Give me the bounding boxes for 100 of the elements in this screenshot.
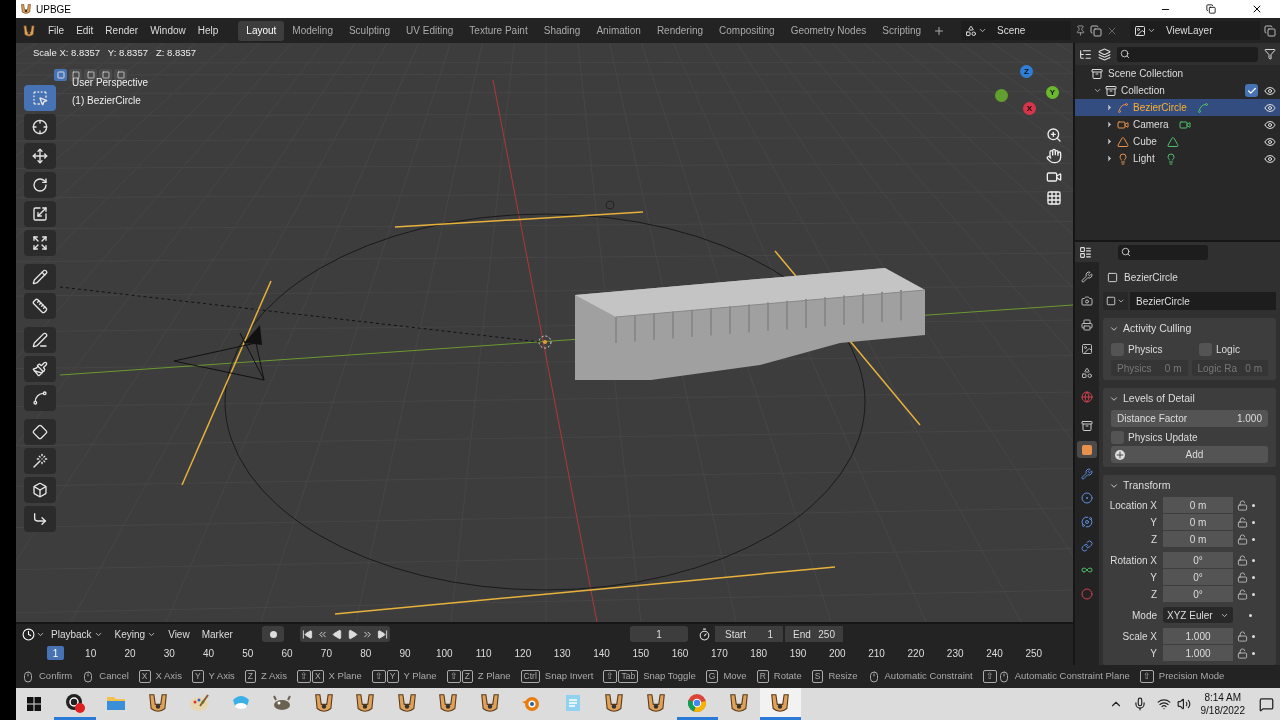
tool-button[interactable] — [24, 327, 56, 353]
camera-icon[interactable] — [1046, 169, 1062, 185]
filter-icon[interactable] — [1264, 48, 1276, 60]
pin-icon[interactable] — [1075, 25, 1086, 36]
workspace-tab[interactable]: Layout — [238, 20, 285, 41]
hand-icon[interactable] — [1046, 148, 1062, 164]
number-field[interactable]: 0 m — [1163, 514, 1233, 530]
workspace-tab[interactable]: Rendering — [648, 20, 712, 41]
grid-icon[interactable] — [1046, 190, 1062, 206]
number-field[interactable]: 1.000 — [1163, 628, 1233, 644]
tool-button[interactable] — [24, 230, 56, 256]
object-name-field[interactable]: BezierCircle — [1130, 292, 1276, 310]
new-view-layer-icon[interactable] — [1264, 24, 1276, 37]
timeline-menu[interactable]: View — [162, 626, 196, 642]
current-frame-marker[interactable]: 1 — [47, 645, 64, 660]
rotation-mode-dropdown[interactable]: XYZ Euler — [1163, 607, 1233, 623]
zoom-icon[interactable] — [1046, 127, 1062, 143]
menu-item[interactable]: Render — [99, 20, 145, 41]
eye-icon[interactable] — [1264, 84, 1276, 97]
clock[interactable]: 8:14 AM 9/18/2022 — [1200, 691, 1245, 717]
menu-item[interactable]: Edit — [70, 20, 100, 41]
timeline-menu[interactable]: Playback — [45, 626, 109, 642]
tool-button[interactable] — [24, 477, 56, 503]
workspace-tab[interactable]: Texture Paint — [461, 20, 536, 41]
number-field[interactable]: 0 m — [1163, 531, 1233, 547]
notifications-icon[interactable] — [1259, 696, 1274, 712]
lock-icon[interactable] — [1237, 554, 1248, 566]
jump-start-icon[interactable] — [302, 628, 313, 640]
view-layer-field[interactable]: ViewLayer — [1160, 21, 1260, 40]
tool-button[interactable] — [24, 293, 56, 319]
panel-header[interactable]: Transform — [1103, 475, 1276, 497]
timeline-menu[interactable]: Keying — [108, 626, 163, 642]
outliner-row[interactable]: Light — [1075, 150, 1280, 167]
play-reverse-icon[interactable] — [332, 628, 343, 640]
lock-icon[interactable] — [1237, 571, 1248, 583]
tool-button[interactable] — [24, 172, 56, 198]
panel-header[interactable]: Activity Culling — [1103, 318, 1276, 340]
lock-icon[interactable] — [1237, 499, 1248, 511]
end-frame-field[interactable]: End 250 — [785, 626, 843, 642]
tool-button[interactable] — [24, 143, 56, 169]
workspace-tab[interactable]: Animation — [588, 20, 649, 41]
workspace-tab[interactable]: Compositing — [711, 20, 783, 41]
jump-end-icon[interactable] — [377, 628, 388, 640]
number-field[interactable]: 1.000 — [1163, 645, 1233, 661]
number-field[interactable]: 0 m — [1163, 497, 1233, 513]
editor-type-selector[interactable] — [22, 627, 45, 641]
panel-header[interactable]: Levels of Detail — [1103, 388, 1276, 410]
lock-icon[interactable] — [1237, 630, 1248, 642]
tool-button[interactable] — [24, 385, 56, 411]
tool-button[interactable] — [24, 448, 56, 474]
workspace-tab[interactable]: Scripting — [874, 20, 930, 41]
add-button[interactable]: Add — [1111, 446, 1268, 463]
current-frame-field[interactable]: 1 — [630, 626, 688, 642]
menu-item[interactable]: Window — [144, 20, 192, 41]
outliner-row[interactable]: BezierCircle — [1075, 99, 1280, 116]
view-layer-selector[interactable] — [1130, 21, 1160, 40]
stopwatch-icon[interactable] — [698, 627, 711, 641]
taskbar-app[interactable] — [759, 688, 801, 720]
expand-arrow-icon[interactable] — [1105, 103, 1114, 112]
workspace-tab[interactable]: UV Editing — [398, 20, 462, 41]
tool-button[interactable] — [24, 419, 56, 445]
number-field[interactable]: 0° — [1163, 586, 1233, 602]
search-field[interactable] — [1118, 244, 1208, 260]
workspace-tab[interactable]: Sculpting — [340, 20, 399, 41]
outliner-row[interactable]: Camera — [1075, 116, 1280, 133]
scene-field[interactable]: Scene — [991, 21, 1071, 40]
exclude-checkbox[interactable] — [1245, 84, 1258, 97]
properties-tab[interactable] — [1077, 441, 1097, 458]
lock-icon[interactable] — [1237, 533, 1248, 545]
lock-icon[interactable] — [1237, 647, 1248, 659]
microphone-icon[interactable] — [1132, 697, 1147, 711]
eye-icon[interactable] — [1264, 135, 1276, 148]
start-frame-field[interactable]: Start 1 — [715, 626, 783, 642]
record-button[interactable] — [262, 626, 284, 642]
timeline-menu[interactable]: Marker — [195, 626, 239, 642]
number-field[interactable]: 0° — [1163, 552, 1233, 568]
display-mode-icon[interactable] — [1098, 47, 1111, 61]
editor-type-icon[interactable] — [1079, 245, 1092, 259]
workspace-tab[interactable]: Modeling — [284, 20, 341, 41]
tool-button[interactable] — [24, 356, 56, 382]
expand-arrow-icon[interactable] — [1105, 137, 1114, 146]
lock-icon[interactable] — [1237, 588, 1248, 600]
wifi-icon[interactable] — [1156, 697, 1171, 711]
select-mode-button[interactable] — [54, 69, 67, 81]
speaker-icon[interactable] — [1176, 697, 1191, 711]
scene-selector[interactable] — [961, 21, 991, 40]
play-icon[interactable] — [347, 628, 358, 640]
eye-icon[interactable] — [1264, 152, 1276, 165]
outliner-row[interactable]: Collection — [1075, 82, 1280, 99]
tool-button[interactable] — [24, 201, 56, 227]
new-scene-icon[interactable] — [1090, 24, 1102, 37]
expand-arrow-icon[interactable] — [1105, 120, 1114, 129]
menu-item[interactable]: File — [42, 20, 71, 41]
tool-button[interactable] — [24, 114, 56, 140]
expand-arrow-icon[interactable] — [1105, 154, 1114, 163]
eye-icon[interactable] — [1264, 118, 1276, 131]
add-workspace-icon[interactable] — [933, 24, 946, 37]
tool-button[interactable] — [24, 264, 56, 290]
distance-factor-field[interactable]: Distance Factor 1.000 — [1111, 410, 1268, 427]
search-field[interactable] — [1117, 46, 1258, 62]
